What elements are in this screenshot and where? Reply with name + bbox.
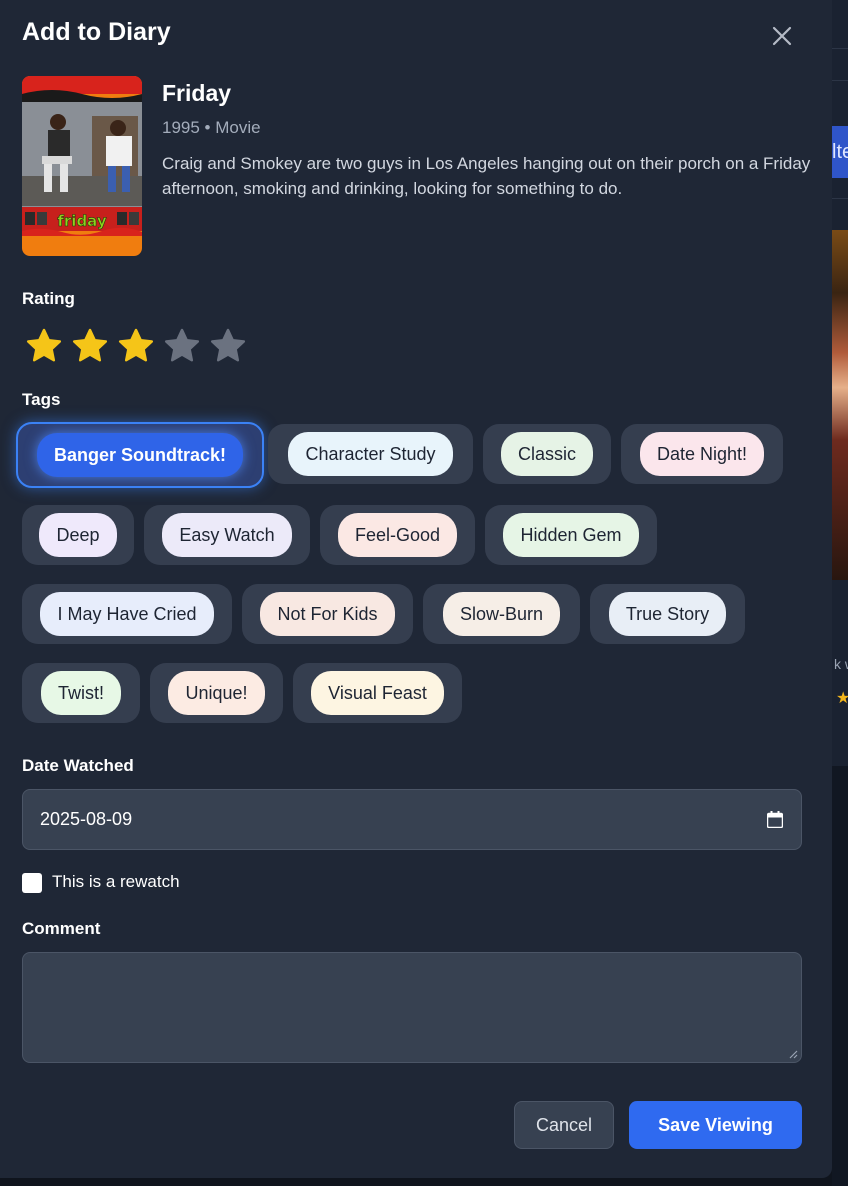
tag-not-for-kids[interactable]: Not For Kids (242, 584, 413, 644)
close-icon (772, 26, 792, 46)
tag-label: Classic (500, 432, 593, 476)
divider (832, 198, 848, 199)
tag-label: Slow-Burn (442, 592, 561, 636)
rating-label: Rating (22, 289, 75, 308)
tag-label: Banger Soundtrack! (36, 433, 244, 477)
tag-twist[interactable]: Twist! (22, 663, 140, 723)
close-button[interactable] (766, 20, 798, 52)
rewatch-checkbox[interactable] (22, 873, 42, 893)
calendar-icon[interactable] (767, 811, 783, 828)
add-to-diary-modal: Add to Diary friday Friday 1995 • Movie … (0, 0, 832, 1178)
movie-poster: friday (22, 76, 142, 256)
tag-label: Hidden Gem (503, 513, 639, 557)
tag-banger-soundtrack[interactable]: Banger Soundtrack! (16, 422, 264, 488)
background-star-icon: ★ (836, 690, 848, 707)
tag-label: True Story (608, 592, 727, 636)
resize-grip-icon[interactable] (788, 1049, 798, 1059)
date-watched-input[interactable]: 2025-08-09 (22, 789, 802, 850)
tag-label: Unique! (168, 671, 265, 715)
tag-unique[interactable]: Unique! (150, 663, 283, 723)
tag-date-night[interactable]: Date Night! (621, 424, 783, 484)
tag-character-study[interactable]: Character Study (268, 424, 473, 484)
tag-label: Easy Watch (162, 513, 292, 557)
modal-title: Add to Diary (22, 18, 171, 46)
date-value: 2025-08-09 (40, 809, 133, 829)
background-poster (832, 230, 848, 580)
background-filter-button: lte (832, 126, 848, 178)
movie-title: Friday (162, 80, 232, 106)
tag-classic[interactable]: Classic (483, 424, 611, 484)
star-rating (24, 326, 248, 366)
divider (832, 80, 848, 81)
tag-label: Feel-Good (337, 513, 458, 557)
movie-meta: 1995 • Movie (162, 118, 261, 137)
background-snippet: k w (834, 656, 848, 672)
divider (832, 48, 848, 49)
tag-true-story[interactable]: True Story (590, 584, 745, 644)
tag-label: Not For Kids (260, 592, 395, 636)
tag-deep[interactable]: Deep (22, 505, 134, 565)
date-watched-label: Date Watched (22, 756, 134, 775)
rewatch-label[interactable]: This is a rewatch (52, 872, 180, 892)
tag-easy-watch[interactable]: Easy Watch (144, 505, 310, 565)
tag-label: I May Have Cried (40, 592, 214, 636)
tag-hidden-gem[interactable]: Hidden Gem (485, 505, 657, 565)
star-4-empty-icon[interactable] (162, 326, 202, 366)
star-2-filled-icon[interactable] (70, 326, 110, 366)
tag-i-may-have-cried[interactable]: I May Have Cried (22, 584, 232, 644)
svg-text:friday: friday (57, 212, 106, 230)
tag-label: Twist! (40, 671, 121, 715)
tags-label: Tags (22, 390, 61, 409)
background-footer (832, 766, 848, 1186)
save-viewing-button[interactable]: Save Viewing (629, 1101, 802, 1149)
tag-label: Visual Feast (311, 671, 444, 715)
star-5-empty-icon[interactable] (208, 326, 248, 366)
star-3-filled-icon[interactable] (116, 326, 156, 366)
background-page: lte k w ★ (832, 0, 848, 1186)
star-1-filled-icon[interactable] (24, 326, 64, 366)
tag-slow-burn[interactable]: Slow-Burn (423, 584, 580, 644)
tag-label: Deep (39, 513, 117, 557)
tag-label: Character Study (288, 432, 453, 476)
tag-label: Date Night! (639, 432, 765, 476)
comment-textarea[interactable] (22, 952, 802, 1063)
tag-feel-good[interactable]: Feel-Good (320, 505, 475, 565)
comment-label: Comment (22, 919, 101, 938)
cancel-button[interactable]: Cancel (514, 1101, 614, 1149)
tag-visual-feast[interactable]: Visual Feast (293, 663, 462, 723)
movie-description: Craig and Smokey are two guys in Los Ang… (162, 154, 811, 198)
